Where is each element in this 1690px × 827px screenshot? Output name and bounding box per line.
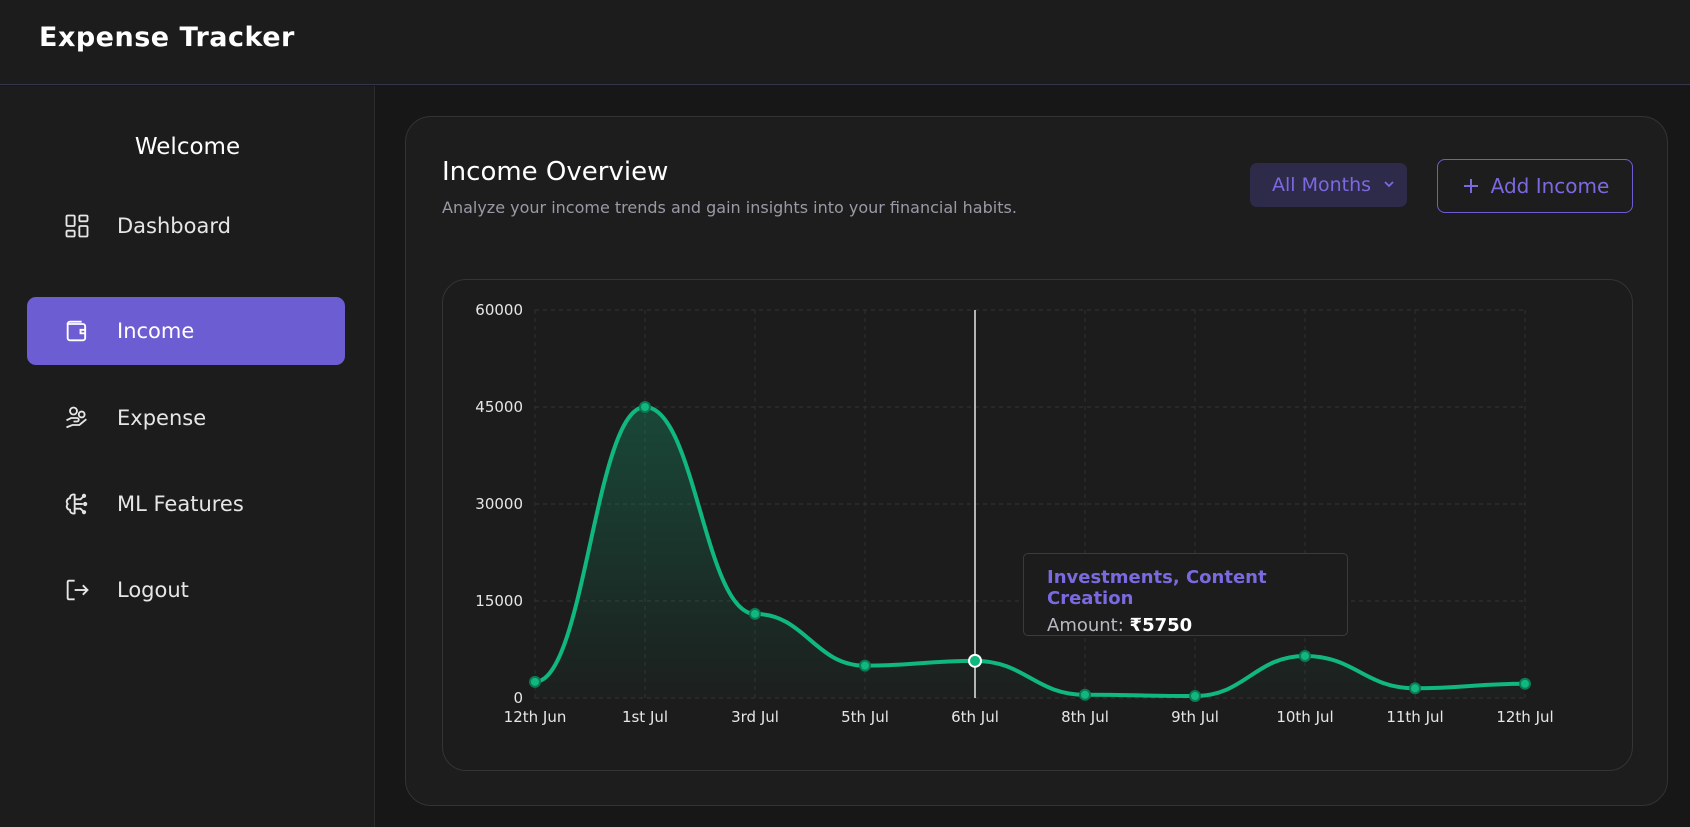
sidebar-item-expense[interactable]: Expense <box>27 384 345 452</box>
x-tick-label: 8th Jul <box>1061 708 1109 726</box>
sidebar-item-label: ML Features <box>117 492 244 516</box>
tooltip-amount: Amount: ₹5750 <box>1047 615 1347 636</box>
hand-coins-icon <box>63 404 91 432</box>
month-filter-select[interactable]: All Months <box>1250 163 1407 207</box>
y-tick-label: 60000 <box>475 301 523 319</box>
y-tick-label: 30000 <box>475 495 523 513</box>
data-point <box>639 401 651 413</box>
month-filter-value: All Months <box>1272 174 1372 196</box>
x-tick-label: 5th Jul <box>841 708 889 726</box>
y-tick-label: 15000 <box>475 592 523 610</box>
tooltip-amount-label: Amount: <box>1047 615 1124 636</box>
data-point <box>1409 682 1421 695</box>
dashboard-icon <box>63 212 91 240</box>
page-subtitle: Analyze your income trends and gain insi… <box>442 198 1017 217</box>
brain-icon <box>63 490 91 518</box>
app-title: Expense Tracker <box>39 22 295 53</box>
x-tick-label: 11th Jul <box>1386 708 1443 726</box>
data-point-active <box>968 653 982 668</box>
page-title: Income Overview <box>442 157 669 187</box>
welcome-text: Welcome <box>134 134 241 160</box>
data-point <box>749 607 761 620</box>
chevron-down-icon <box>1384 181 1394 188</box>
wallet-icon <box>63 317 91 345</box>
income-overview-card: Income Overview Analyze your income tren… <box>405 116 1668 806</box>
plus-icon <box>1463 179 1478 193</box>
sidebar-item-logout[interactable]: Logout <box>27 556 345 624</box>
sidebar-item-dashboard[interactable]: Dashboard <box>27 192 345 260</box>
x-tick-label: 1st Jul <box>622 708 668 726</box>
income-chart-svg: 0 15000 30000 45000 60000 12th Jun 1st Jul 3rd … <box>475 301 1553 726</box>
data-point <box>1189 690 1201 703</box>
x-tick-label: 10th Jul <box>1276 708 1333 726</box>
data-point <box>1079 688 1091 701</box>
y-tick-label: 45000 <box>475 398 523 416</box>
data-point <box>529 675 541 688</box>
y-tick-label: 0 <box>513 689 523 707</box>
x-tick-label: 9th Jul <box>1171 708 1219 726</box>
top-bar: Expense Tracker <box>0 0 1690 85</box>
chart-tooltip: Investments, Content Creation Amount: ₹5… <box>1023 553 1348 636</box>
sidebar-item-label: Income <box>117 319 195 343</box>
sidebar-item-label: Dashboard <box>117 214 231 238</box>
add-income-button[interactable]: Add Income <box>1437 159 1633 213</box>
x-tick-label: 12th Jul <box>1496 708 1553 726</box>
sidebar-item-label: Logout <box>117 578 189 602</box>
tooltip-title: Investments, Content Creation <box>1047 567 1267 609</box>
sidebar: Welcome Dashboard Income Expense ML Feat… <box>0 86 375 827</box>
tooltip-amount-value: ₹5750 <box>1129 615 1193 636</box>
data-point <box>1299 649 1311 662</box>
add-income-label: Add Income <box>1490 174 1610 198</box>
x-tick-label: 3rd Jul <box>731 708 779 726</box>
sidebar-item-label: Expense <box>117 406 207 430</box>
income-chart: 0 15000 30000 45000 60000 12th Jun 1st Jul 3rd … <box>442 279 1633 771</box>
sidebar-item-income[interactable]: Income <box>27 297 345 365</box>
x-tick-label: 6th Jul <box>951 708 999 726</box>
x-tick-label: 12th Jun <box>504 708 567 726</box>
data-point <box>1519 677 1531 690</box>
logout-icon <box>63 576 91 604</box>
data-point <box>859 659 871 672</box>
sidebar-item-ml-features[interactable]: ML Features <box>27 470 345 538</box>
